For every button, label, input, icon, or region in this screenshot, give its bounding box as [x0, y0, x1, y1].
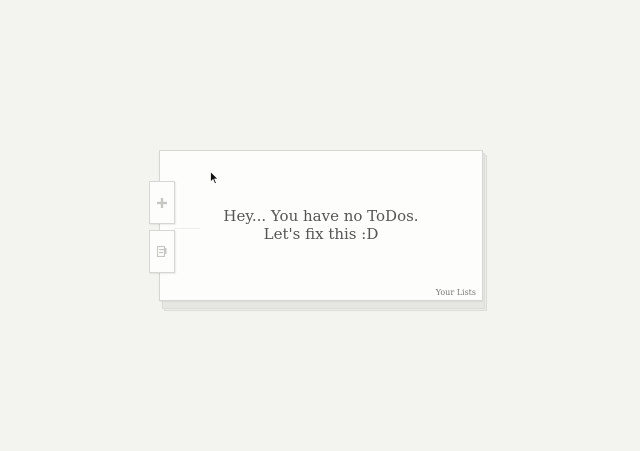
- empty-state-message: Hey... You have no ToDos. Let's fix this…: [160, 207, 482, 243]
- list-icon: [157, 246, 167, 257]
- empty-state-line-1: Hey... You have no ToDos.: [223, 207, 419, 225]
- app-stage: Hey... You have no ToDos. Let's fix this…: [0, 0, 640, 451]
- tab-divider: [174, 228, 200, 229]
- todo-card: Hey... You have no ToDos. Let's fix this…: [159, 150, 483, 301]
- your-lists-link[interactable]: Your Lists: [436, 288, 476, 297]
- mouse-cursor-icon: [210, 171, 219, 185]
- plus-icon: [157, 197, 167, 208]
- add-todo-button[interactable]: [149, 181, 175, 224]
- empty-state-line-2: Let's fix this :D: [263, 225, 379, 243]
- lists-button[interactable]: [149, 230, 175, 273]
